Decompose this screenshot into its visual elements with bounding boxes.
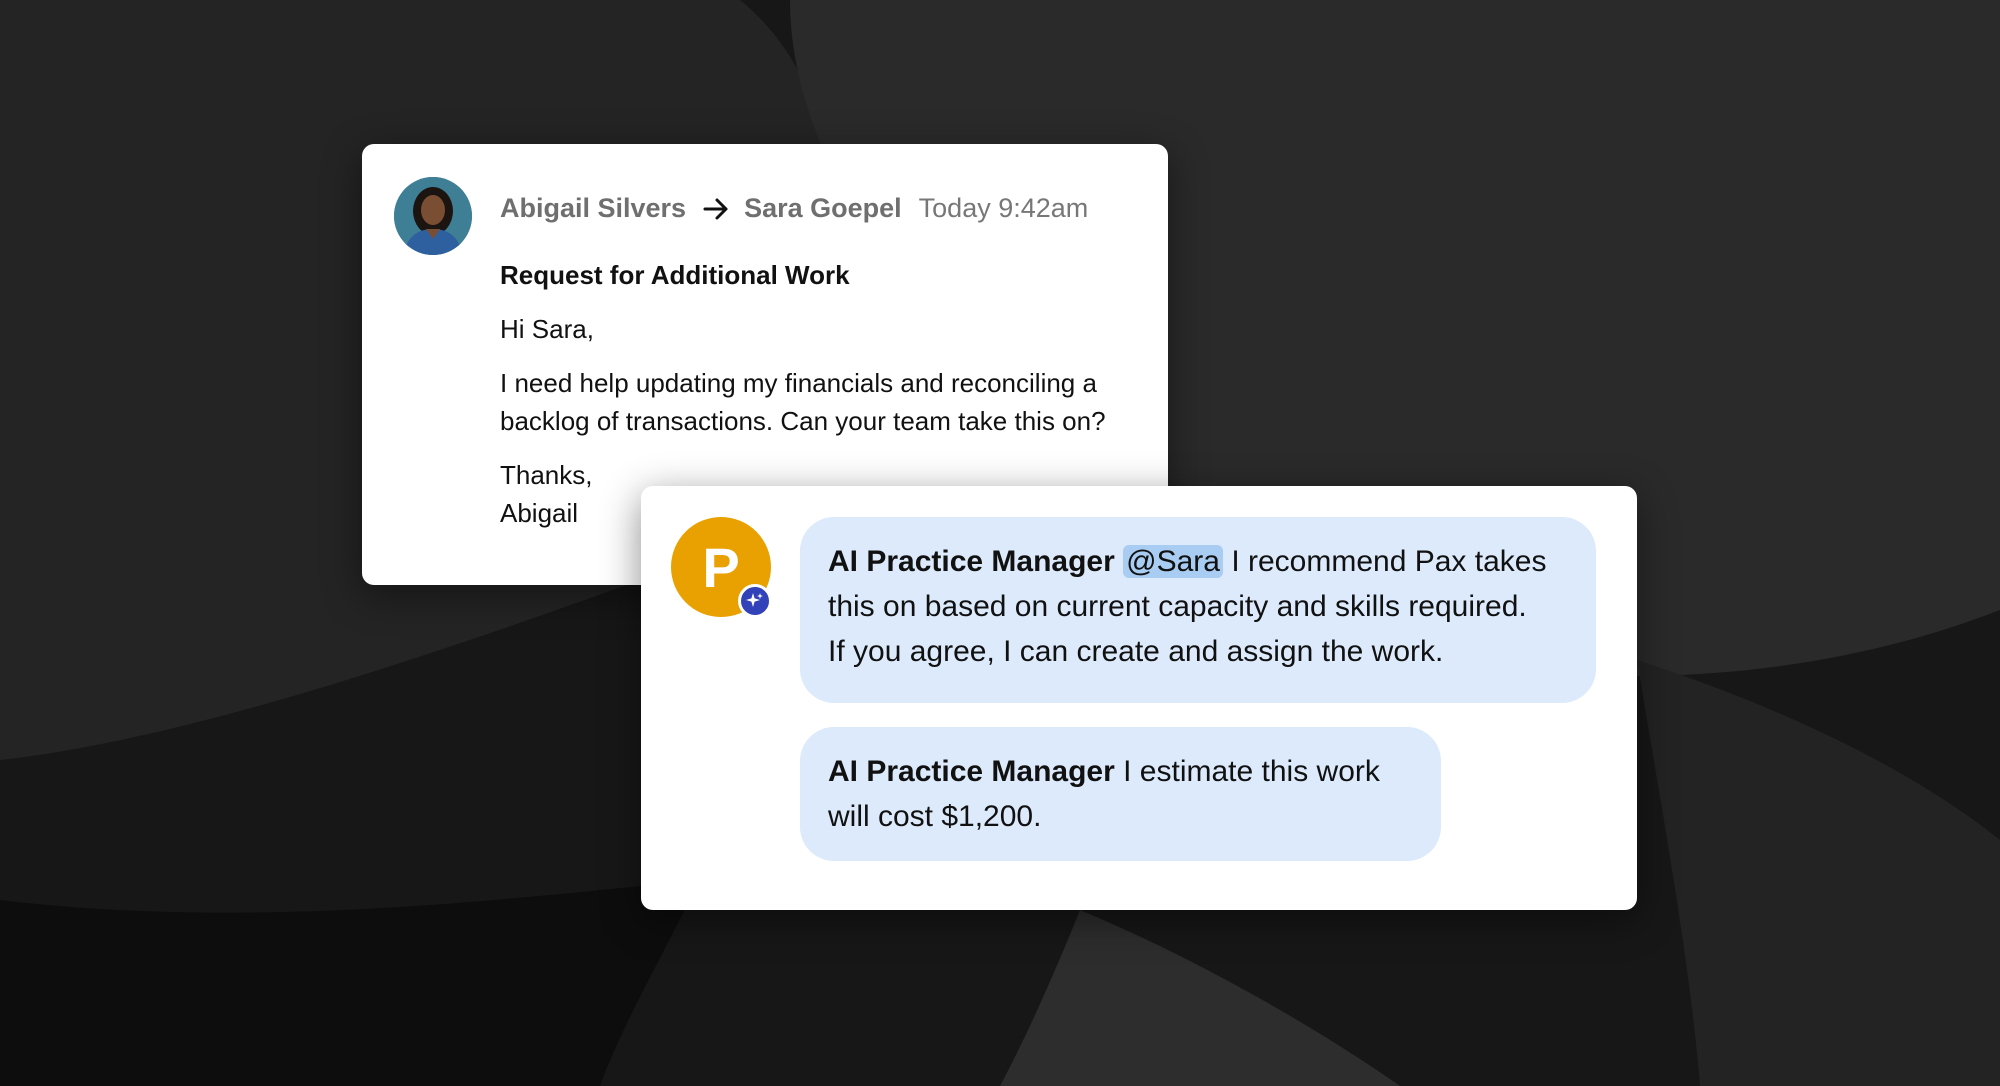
message-speaker: AI Practice Manager [828, 755, 1115, 788]
ai-message-bubble: AI Practice Manager @Sara I recommend Pa… [800, 517, 1596, 703]
email-message: I need help updating my financials and r… [500, 364, 1140, 440]
ai-message-bubble: AI Practice Manager I estimate this work… [800, 727, 1441, 861]
sender-name: Abigail Silvers [500, 193, 687, 223]
message-text: If you agree, I can create and assign th… [828, 635, 1444, 668]
message-text: will cost $1,200. [828, 800, 1042, 833]
message-speaker: AI Practice Manager [828, 545, 1115, 578]
email-message-line: I need help updating my financials and r… [500, 368, 1097, 398]
recipient-name: Sara Goepel [744, 193, 902, 223]
message-text: I recommend Pax takes [1231, 545, 1547, 578]
arrow-right-icon [702, 194, 730, 222]
email-subject: Request for Additional Work [500, 260, 850, 290]
email-header: Abigail Silvers Sara Goepel Today 9:42am [500, 188, 1088, 228]
email-timestamp: Today 9:42am [918, 193, 1089, 223]
ai-chat-card: P AI Practice Manager @Sara I recommend … [641, 486, 1637, 910]
ai-avatar-letter: P [702, 535, 740, 599]
sender-avatar [394, 177, 472, 255]
user-mention[interactable]: @Sara [1123, 545, 1223, 578]
sparkle-icon [738, 584, 772, 618]
message-text: I estimate this work [1123, 755, 1380, 788]
email-greeting: Hi Sara, [500, 314, 594, 344]
message-text: this on based on current capacity and sk… [828, 590, 1527, 623]
email-message-line: backlog of transactions. Can your team t… [500, 406, 1106, 436]
